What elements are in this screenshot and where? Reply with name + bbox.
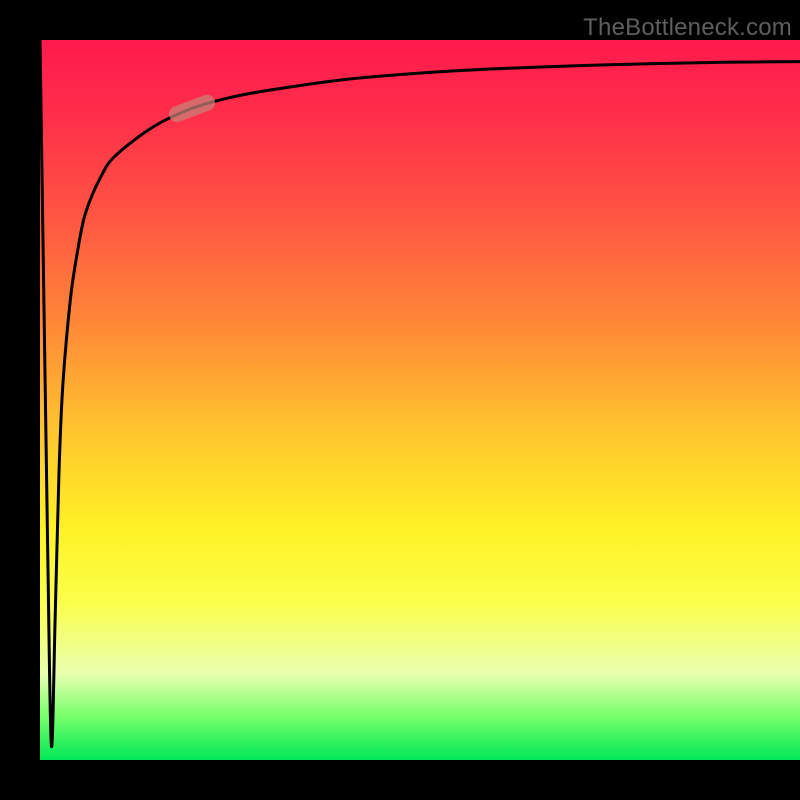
curve-layer [40,40,800,760]
attribution-text: TheBottleneck.com [583,14,792,42]
bottleneck-curve [40,40,800,747]
chart-frame: TheBottleneck.com [0,0,800,800]
plot-area [40,40,800,760]
curve-marker [167,92,218,124]
